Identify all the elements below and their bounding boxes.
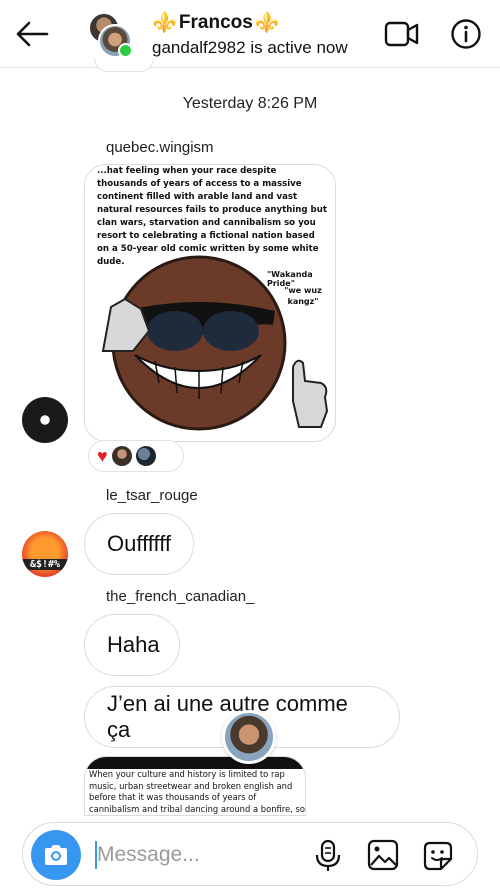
meme-caption: When your culture and history is limited…	[89, 769, 305, 814]
meme-label: "we wuz kangz"	[284, 286, 322, 306]
active-status: gandalf2982 is active now	[152, 38, 348, 57]
sender-name[interactable]: the_french_canadian_	[106, 588, 254, 605]
sender-name[interactable]: quebec.wingism	[106, 139, 214, 156]
chat-title-text: Francos	[178, 11, 253, 33]
message-bubble[interactable]: Haha	[84, 614, 180, 676]
message-composer	[22, 822, 478, 886]
microphone-icon[interactable]	[313, 839, 343, 873]
angry-emoji-label: &$!#%	[22, 559, 68, 570]
chat-header: ⚜️ Francos ⚜️ gandalf2982 is active now	[0, 0, 500, 68]
previous-message-bubble	[94, 58, 154, 72]
sticker-icon[interactable]	[421, 839, 455, 873]
sender-avatar[interactable]: &$!#%	[22, 531, 68, 577]
fleur-de-lis-emoji: ⚜️	[254, 12, 280, 34]
heart-icon: ♥	[97, 446, 108, 466]
chat-title[interactable]: ⚜️ Francos ⚜️	[152, 10, 280, 35]
gallery-icon[interactable]	[367, 839, 399, 871]
seen-by-avatar[interactable]	[222, 710, 276, 764]
message-bubble[interactable]: Ouffffff	[84, 513, 194, 575]
shared-image-message[interactable]: ...hat feeling when your race despite th…	[84, 164, 336, 442]
reactor-avatar	[135, 446, 156, 466]
message-input[interactable]	[97, 837, 297, 873]
video-call-icon[interactable]	[384, 18, 420, 50]
image-top-bar	[85, 757, 305, 769]
reactor-avatar	[111, 446, 132, 466]
shared-image-message[interactable]: When your culture and history is limited…	[84, 756, 306, 816]
camera-icon[interactable]	[31, 830, 81, 880]
reactions-bar[interactable]: ♥	[88, 440, 184, 472]
sender-avatar[interactable]	[22, 397, 68, 443]
group-avatar[interactable]	[88, 12, 136, 60]
back-arrow-icon[interactable]	[12, 14, 52, 54]
online-status-dot	[118, 43, 133, 58]
info-icon[interactable]	[450, 18, 482, 50]
sender-name[interactable]: le_tsar_rouge	[106, 487, 198, 504]
fleur-de-lis-emoji: ⚜️	[152, 12, 177, 34]
chat-timestamp: Yesterday 8:26 PM	[182, 95, 318, 112]
